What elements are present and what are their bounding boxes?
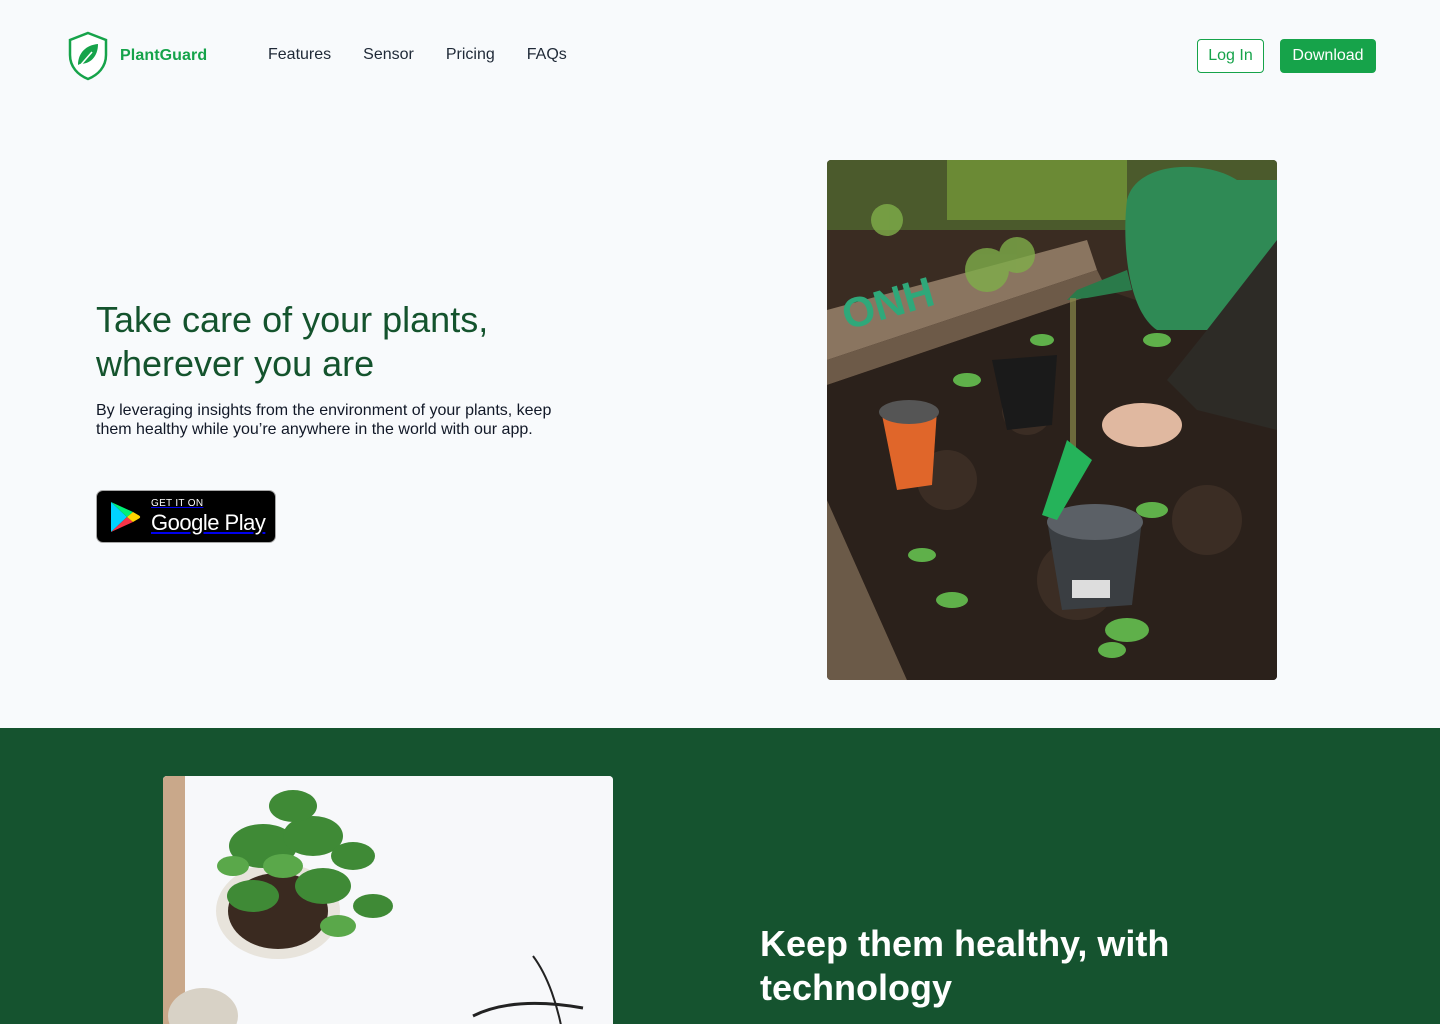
- main-nav: Features Sensor Pricing FAQs: [268, 46, 567, 64]
- brand-name: PlantGuard: [120, 47, 208, 64]
- houseplant-image: [163, 776, 613, 1024]
- hero-title: Take care of your plants, wherever you a…: [96, 299, 489, 384]
- nav-faqs[interactable]: FAQs: [527, 46, 567, 64]
- google-play-badge[interactable]: GET IT ON Google Play: [96, 490, 276, 543]
- nav-pricing[interactable]: Pricing: [446, 46, 495, 64]
- section-title: Keep them healthy, with technology: [760, 923, 1170, 1008]
- badge-small-text: GET IT ON: [151, 497, 204, 509]
- nav-features[interactable]: Features: [268, 46, 331, 64]
- nav-sensor[interactable]: Sensor: [363, 46, 414, 64]
- login-button[interactable]: Log In: [1197, 39, 1264, 73]
- shield-leaf-icon: [68, 31, 108, 81]
- site-header: PlantGuard Features Sensor Pricing FAQs …: [0, 0, 1440, 112]
- hero-garden-image: ONH: [827, 160, 1277, 680]
- google-play-icon: [111, 501, 141, 532]
- technology-section: Keep them healthy, with technology: [0, 728, 1440, 1024]
- hero-subtitle: By leveraging insights from the environm…: [96, 402, 552, 438]
- logo[interactable]: PlantGuard: [66, 31, 207, 81]
- download-button[interactable]: Download: [1280, 39, 1376, 73]
- google-play-label: GET IT ON Google Play: [151, 497, 266, 536]
- badge-big-text: Google Play: [151, 509, 266, 535]
